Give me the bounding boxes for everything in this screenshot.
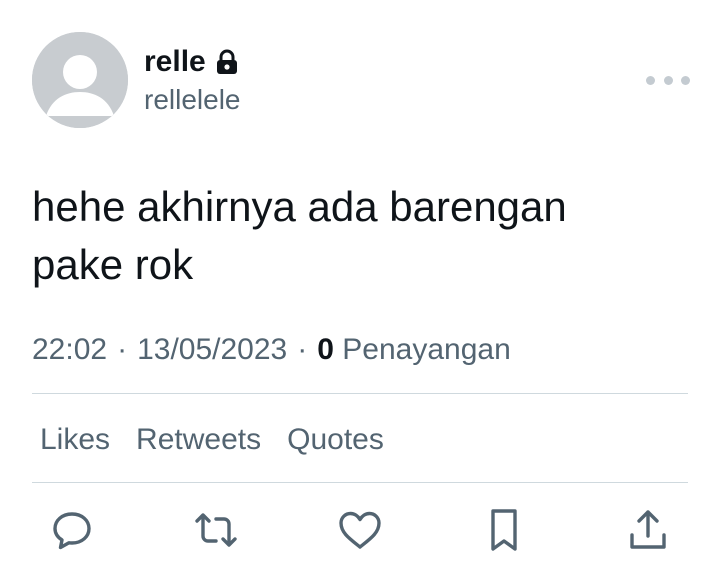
display-name[interactable]: relle xyxy=(144,44,206,80)
bookmark-icon xyxy=(491,509,517,551)
lock-icon xyxy=(216,49,238,75)
tweet-text-line: pake rok xyxy=(32,241,194,288)
views-count: 0 xyxy=(317,333,334,366)
more-dot-icon xyxy=(663,75,673,85)
like-button[interactable] xyxy=(336,506,384,554)
views-label: Penayangan xyxy=(342,333,511,366)
display-name-row[interactable]: relle xyxy=(144,44,238,80)
retweet-icon xyxy=(195,513,237,547)
retweets-link[interactable]: Retweets xyxy=(136,420,261,460)
reply-icon xyxy=(53,512,91,550)
tweet-meta: 22:02 · 13/05/2023 · 0 Penayangan xyxy=(32,330,511,370)
meta-separator: · xyxy=(117,333,128,366)
share-button[interactable] xyxy=(624,506,672,554)
more-options-button[interactable] xyxy=(646,70,690,90)
avatar[interactable] xyxy=(32,32,128,128)
user-handle[interactable]: rellelele xyxy=(144,82,241,118)
tweet-text: hehe akhirnya ada barengan pake rok xyxy=(32,178,672,294)
default-avatar-icon xyxy=(32,32,128,128)
reply-button[interactable] xyxy=(48,506,96,554)
divider xyxy=(32,393,688,394)
tweet-time[interactable]: 22:02 xyxy=(32,333,107,366)
tweet-text-line: hehe akhirnya ada barengan xyxy=(32,183,567,230)
quotes-link[interactable]: Quotes xyxy=(287,420,384,460)
like-icon xyxy=(339,511,381,549)
tweet-card: relle rellelele hehe akhirnya ada bareng… xyxy=(0,0,720,580)
divider xyxy=(32,482,688,483)
likes-link[interactable]: Likes xyxy=(40,420,110,460)
retweet-button[interactable] xyxy=(192,506,240,554)
action-bar xyxy=(0,506,720,556)
share-icon xyxy=(630,510,666,549)
more-dot-icon xyxy=(646,75,655,85)
engagement-stats: Likes Retweets Quotes xyxy=(40,420,384,460)
bookmark-button[interactable] xyxy=(480,506,528,554)
tweet-date[interactable]: 13/05/2023 xyxy=(137,333,287,366)
more-dot-icon xyxy=(681,75,690,85)
meta-separator: · xyxy=(297,333,308,366)
